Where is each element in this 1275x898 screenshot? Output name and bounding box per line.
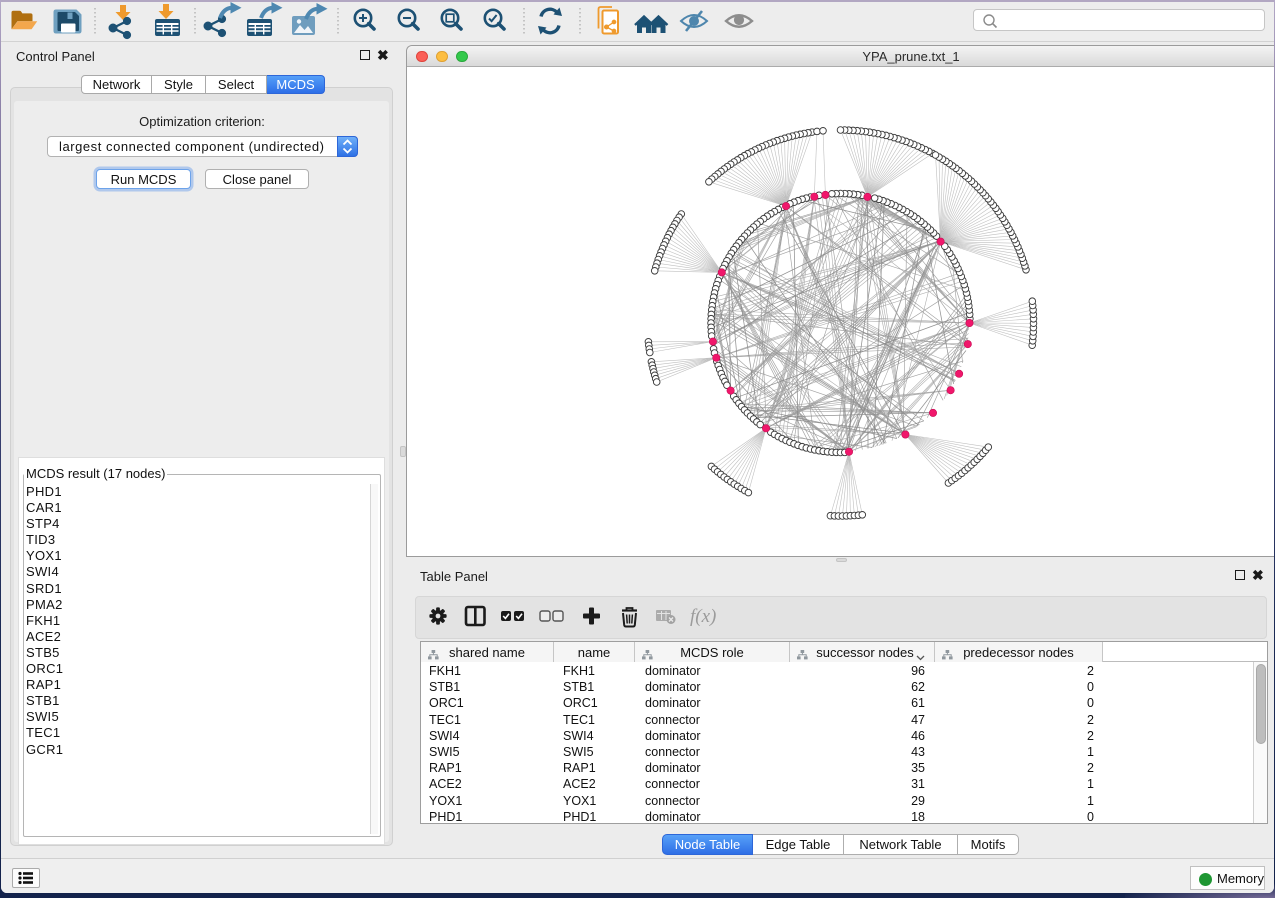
svg-text:f(x): f(x) — [690, 606, 716, 627]
